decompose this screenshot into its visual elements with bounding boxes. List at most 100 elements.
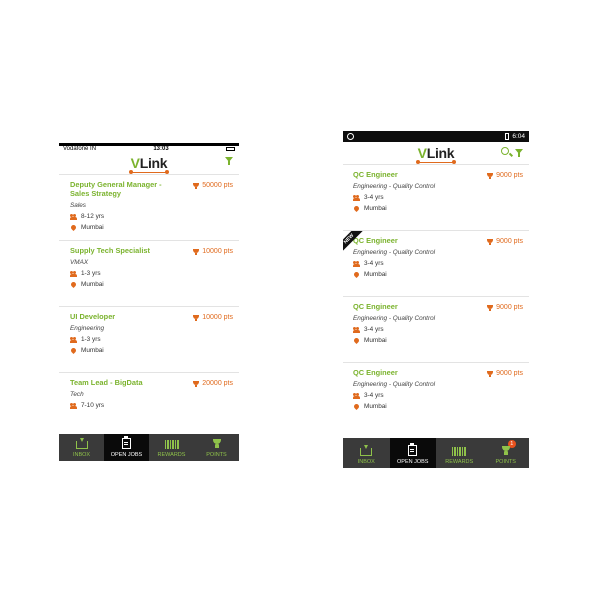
job-points: 50000 pts [193, 182, 233, 189]
job-category: Engineering - Quality Control [353, 183, 436, 190]
location-pin-icon [352, 270, 361, 279]
job-experience: 3-4 yrs [353, 392, 523, 399]
status-time: 6:04 [512, 133, 525, 140]
job-title: QC Engineer [353, 236, 398, 245]
nav-rewards[interactable]: REWARDS [149, 434, 194, 461]
job-category: Engineering - Quality Control [353, 315, 436, 322]
job-category: Sales [70, 202, 86, 209]
location-pin-icon [352, 402, 361, 411]
left-phone-screen: Vodafone IN 13:03 VLink Deputy General M… [59, 143, 239, 461]
job-points: 9000 pts [487, 172, 523, 179]
job-experience: 1-3 yrs [70, 270, 233, 277]
job-card[interactable]: QC Engineer 9000 pts Engineering - Quali… [343, 165, 529, 231]
job-location: Mumbai [69, 223, 233, 232]
clipboard-icon [408, 443, 418, 456]
inbox-icon [75, 438, 88, 449]
status-bar: Vodafone IN 13:03 [59, 143, 239, 152]
location-pin-icon [352, 204, 361, 213]
job-experience: 7-10 yrs [70, 402, 233, 409]
job-location: Mumbai [69, 280, 233, 289]
people-icon [353, 326, 360, 333]
nav-open-jobs[interactable]: OPEN JOBS [104, 434, 149, 461]
job-location: Mumbai [352, 204, 523, 213]
bottom-nav: INBOX OPEN JOBS REWARDS 1 POINTS [343, 438, 529, 468]
job-experience: 1-3 yrs [70, 336, 233, 343]
job-location: Mumbai [352, 336, 523, 345]
job-card[interactable]: Deputy General Manager - Sales Strategy … [59, 175, 239, 241]
barcode-icon [452, 447, 467, 456]
location-pin-icon [69, 346, 78, 355]
job-points: 9000 pts [487, 238, 523, 245]
job-title: Supply Tech Specialist [70, 246, 150, 255]
bottom-nav: INBOX OPEN JOBS REWARDS POINTS [59, 434, 239, 461]
job-experience: 3-4 yrs [353, 260, 523, 267]
people-icon [70, 402, 77, 409]
job-card[interactable]: Team Lead - BigData 20000 pts Tech 7-10 … [59, 373, 239, 439]
whatsapp-icon [347, 133, 354, 140]
job-points: 9000 pts [487, 304, 523, 311]
job-title: QC Engineer [353, 302, 398, 311]
job-points: 9000 pts [487, 370, 523, 377]
nav-inbox[interactable]: INBOX [343, 438, 390, 468]
job-card[interactable]: NEW QC Engineer 9000 pts Engineering - Q… [343, 231, 529, 297]
trophy-icon [501, 446, 511, 456]
trophy-icon [212, 439, 222, 449]
barcode-icon [164, 440, 179, 449]
search-icon[interactable] [501, 147, 509, 155]
nav-points[interactable]: POINTS [194, 434, 239, 461]
job-title: Deputy General Manager - Sales Strategy [70, 180, 162, 198]
job-points: 10000 pts [193, 314, 233, 321]
trophy-icon [487, 172, 494, 179]
job-title: Team Lead - BigData [70, 378, 143, 387]
job-experience: 8-12 yrs [70, 213, 233, 220]
nav-points[interactable]: 1 POINTS [483, 438, 530, 468]
battery-icon [225, 147, 235, 151]
trophy-icon [487, 304, 494, 311]
inbox-icon [360, 445, 373, 456]
filter-icon[interactable] [515, 148, 523, 157]
job-card[interactable]: QC Engineer 9000 pts Engineering - Quali… [343, 363, 529, 429]
status-bar: 6:04 [343, 131, 529, 142]
nav-open-jobs[interactable]: OPEN JOBS [389, 438, 436, 468]
people-icon [353, 260, 360, 267]
nav-inbox[interactable]: INBOX [59, 434, 104, 461]
location-pin-icon [352, 336, 361, 345]
people-icon [70, 213, 77, 220]
job-title: UI Developer [70, 312, 116, 321]
location-pin-icon [69, 280, 78, 289]
job-location: Mumbai [352, 402, 523, 411]
app-header: VLink [343, 142, 529, 165]
location-pin-icon [69, 223, 78, 232]
app-header: VLink [59, 152, 239, 175]
job-location: Mumbai [352, 270, 523, 279]
job-card[interactable]: Supply Tech Specialist 10000 pts VMAX 1-… [59, 241, 239, 307]
trophy-icon [193, 314, 200, 321]
trophy-icon [487, 238, 494, 245]
right-phone-screen: 6:04 VLink QC Engineer 9000 pts Engineer… [343, 131, 529, 468]
vlink-logo: VLink [415, 145, 456, 164]
job-experience: 3-4 yrs [353, 194, 523, 201]
job-points: 20000 pts [193, 380, 233, 387]
trophy-icon [193, 182, 200, 189]
people-icon [70, 270, 77, 277]
job-category: Engineering - Quality Control [353, 249, 436, 256]
job-title: QC Engineer [353, 368, 398, 377]
vlink-logo: VLink [128, 155, 169, 174]
nav-rewards[interactable]: REWARDS [436, 438, 483, 468]
people-icon [353, 392, 360, 399]
job-experience: 3-4 yrs [353, 326, 523, 333]
job-title: QC Engineer [353, 170, 398, 179]
job-category: VMAX [70, 259, 89, 266]
people-icon [353, 194, 360, 201]
job-location: Mumbai [69, 346, 233, 355]
job-points: 10000 pts [193, 248, 233, 255]
job-card[interactable]: UI Developer 10000 pts Engineering 1-3 y… [59, 307, 239, 373]
trophy-icon [193, 248, 200, 255]
filter-icon[interactable] [225, 157, 233, 165]
job-category: Tech [70, 391, 84, 398]
battery-icon [505, 133, 510, 140]
trophy-icon [193, 380, 200, 387]
people-icon [70, 336, 77, 343]
job-category: Engineering - Quality Control [353, 381, 436, 388]
job-card[interactable]: QC Engineer 9000 pts Engineering - Quali… [343, 297, 529, 363]
